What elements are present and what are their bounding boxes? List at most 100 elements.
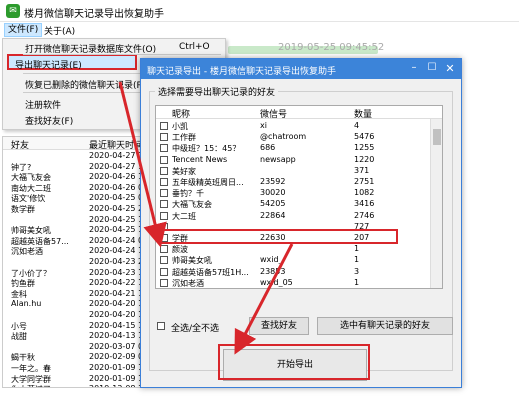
row-name: Alan.hu	[11, 299, 42, 309]
row-count: 1	[354, 255, 360, 265]
friend-table-row[interactable]: 中级班？15：45？ 686 1255	[156, 142, 430, 154]
row-name: 大学同学群	[11, 374, 51, 384]
row-checkbox[interactable]	[160, 256, 168, 265]
row-name: 沉如老酒	[11, 247, 43, 257]
row-count: 2751	[354, 177, 375, 186]
col-nickname[interactable]: 昵称	[172, 107, 190, 120]
row-name: 钟了?	[11, 162, 32, 172]
window-title: 楼月微信聊天记录导出恢复助手	[24, 9, 164, 20]
minimize-icon[interactable]: –	[407, 62, 421, 76]
row-wechat-id: @chatroom	[260, 132, 307, 142]
row-count: 5476	[354, 132, 375, 142]
row-name: 钓鱼群	[11, 279, 35, 289]
menu-file[interactable]: 文件(F)	[4, 23, 43, 37]
row-count: 2746	[354, 210, 375, 220]
menu-find-friend[interactable]: 查找好友(F)	[25, 114, 73, 127]
row-checkbox[interactable]	[160, 245, 168, 254]
row-count: 371	[354, 165, 370, 175]
row-name: 金科	[11, 289, 27, 299]
maximize-icon[interactable]: ☐	[425, 62, 439, 76]
row-name: 小号	[11, 321, 27, 331]
select-all-checkbox[interactable]	[157, 322, 165, 330]
row-checkbox[interactable]	[160, 166, 168, 175]
row-wechat-id: 686	[260, 143, 276, 153]
row-checkbox[interactable]	[160, 178, 168, 186]
row-checkbox[interactable]	[160, 211, 168, 220]
find-friend-button[interactable]: 查找好友	[249, 317, 309, 335]
row-name: 了小价了？	[11, 268, 51, 278]
row-checkbox[interactable]	[160, 122, 168, 130]
main-title-bar: ✉ 楼月微信聊天记录导出恢复助手	[0, 0, 519, 22]
header-friend[interactable]: 好友	[11, 138, 29, 151]
menubar: 文件(F) 关于(A)	[0, 22, 519, 38]
scrollbar-thumb[interactable]	[433, 129, 441, 145]
friend-table-row[interactable]: 小凯 xi 4	[156, 120, 430, 132]
export-dialog: 聊天记录导出 - 楼月微信聊天记录导出恢复助手 – ☐ ✕ 选择需要导出聊天记录…	[140, 58, 462, 388]
row-name: 帅哥美女吼	[11, 226, 51, 236]
row-wechat-id: wxid_05	[260, 277, 293, 287]
row-count: 1	[354, 277, 360, 287]
menu-open-shortcut: Ctrl+O	[179, 42, 210, 52]
row-checkbox[interactable]	[160, 144, 168, 153]
friend-table-row[interactable]: 大福飞友会 54205 3416	[156, 198, 430, 210]
friend-table-row[interactable]: 美好家 371	[156, 165, 430, 177]
row-name: 一年之。春	[11, 364, 51, 373]
row-name: 大福飞友会	[11, 173, 51, 183]
row-name: 战甜	[11, 332, 27, 342]
row-name: 数学群	[11, 205, 35, 214]
row-checkbox[interactable]	[160, 155, 168, 164]
friend-table-row[interactable]: 工作群 @chatroom 5476	[156, 131, 430, 143]
header-last-chat[interactable]: 最近聊天时间	[89, 138, 143, 151]
row-wechat-id: 30020	[260, 188, 286, 198]
export-button-highlight	[218, 344, 370, 380]
row-wechat-id: xi	[260, 121, 267, 130]
friend-table-row[interactable]	[156, 288, 430, 289]
row-count: 3416	[354, 199, 375, 209]
row-wechat-id: 23853	[260, 266, 286, 276]
dialog-title-bar: 聊天记录导出 - 楼月微信聊天记录导出恢复助手 – ☐ ✕	[141, 59, 461, 79]
select-all-label: 全选/全不选	[171, 324, 220, 334]
friend-table-row[interactable]: 颜波 1	[156, 243, 430, 255]
row-checkbox[interactable]	[160, 278, 168, 287]
menu-about[interactable]: 关于(A)	[44, 24, 75, 37]
row-name: 南幼大二班	[11, 183, 51, 193]
menu-register[interactable]: 注册软件	[25, 98, 61, 111]
group-label: 选择需要导出聊天记录的好友	[155, 85, 279, 98]
friend-table-row[interactable]: Tencent News newsapp 1220	[156, 154, 430, 166]
menu-recover-deleted[interactable]: 恢复已删除的微信聊天记录(R)	[25, 78, 146, 91]
select-chatted-friends-button[interactable]: 选中有聊天记录的好友	[317, 317, 453, 335]
row-checkbox[interactable]	[160, 189, 168, 198]
menu-separator	[23, 54, 221, 55]
dialog-title: 聊天记录导出 - 楼月微信聊天记录导出恢复助手	[147, 67, 336, 77]
row-wechat-id: 23592	[260, 177, 286, 186]
col-wechat-id[interactable]: 微信号	[260, 107, 287, 120]
row-name: 超越英语备57...	[11, 236, 69, 246]
close-icon[interactable]: ✕	[443, 62, 457, 76]
row-checkbox[interactable]	[160, 133, 168, 142]
friend-table-row[interactable]: 沉如老酒 wxid_05 1	[156, 277, 430, 288]
select-all-toggle[interactable]: 全选/全不选	[157, 321, 220, 334]
row-checkbox[interactable]	[160, 200, 168, 209]
row-count: 1220	[354, 154, 375, 164]
menu-export-chat[interactable]: 导出聊天记录(E)	[15, 58, 82, 71]
row-count: 1	[354, 244, 360, 254]
row-checkbox[interactable]	[160, 267, 168, 276]
row-count: 1255	[354, 143, 375, 153]
row-wechat-id: 54205	[260, 199, 286, 209]
row-nickname: Tencent News	[172, 154, 228, 164]
selected-row-highlight	[158, 229, 398, 244]
row-name: 语文'修饮	[11, 194, 46, 204]
friend-table-row[interactable]: 超越英语备57班1H... 23853 3	[156, 266, 430, 278]
table-scrollbar[interactable]	[430, 119, 442, 288]
friend-table-row[interactable]: 大二班 22864 2746	[156, 210, 430, 222]
friend-table-header: 昵称 微信号 数量	[156, 106, 442, 120]
friend-table-row[interactable]: 垂钓？千 30020 1082	[156, 187, 430, 199]
row-wechat-id: wxid_	[260, 255, 283, 265]
friend-table-row[interactable]: 五年级精英班周日... 23592 2751	[156, 176, 430, 188]
friend-table[interactable]: 昵称 微信号 数量 小凯 xi 4 工作群 @chatroom 5476 中级班？15：45…	[155, 105, 443, 289]
row-name: 你太莽过了	[11, 384, 89, 387]
row-count: 4	[354, 121, 360, 130]
app-icon: ✉	[6, 4, 20, 18]
col-count[interactable]: 数量	[354, 107, 372, 120]
friend-table-row[interactable]: 帅哥美女吼 wxid_ 1	[156, 254, 430, 266]
